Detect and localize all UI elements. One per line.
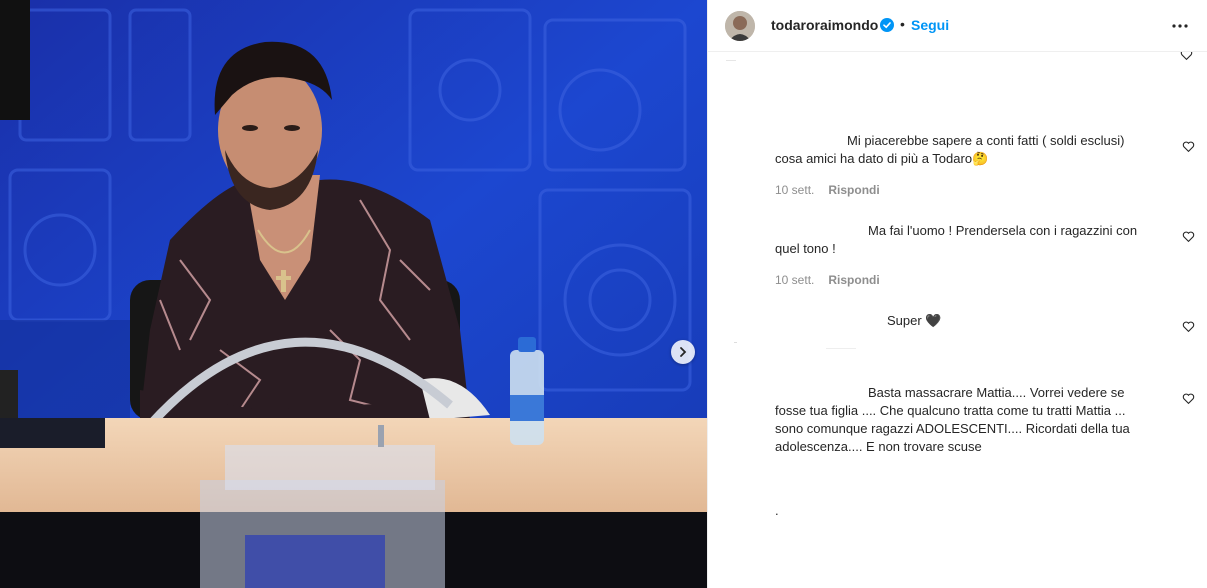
more-options-icon[interactable]	[1170, 16, 1190, 36]
verified-badge-icon	[880, 18, 894, 32]
heart-icon[interactable]	[1182, 230, 1195, 243]
comment-4-line-3: sono comunque ragazzi ADOLESCENTI.... Ri…	[775, 421, 1130, 436]
separator-dot: •	[900, 16, 905, 32]
comment-3-line-1: Super 🖤	[887, 313, 942, 328]
comment-1-time: 10 sett.	[775, 183, 815, 197]
comment-1-line-1: Mi piacerebbe sapere a conti fatti ( sol…	[847, 133, 1125, 148]
comment-2-reply-button[interactable]: Rispondi	[828, 273, 879, 287]
chevron-right-icon	[680, 347, 687, 357]
heart-icon[interactable]	[1182, 320, 1195, 333]
comment-1-reply-button[interactable]: Rispondi	[828, 183, 879, 197]
username[interactable]: todaroraimondo	[771, 17, 878, 33]
black-heart-emoji: 🖤	[925, 313, 942, 328]
photo-illustration	[0, 0, 707, 588]
comment-2-line-1: Ma fai l'uomo ! Prendersela con i ragazz…	[868, 223, 1138, 238]
post-photo[interactable]	[0, 0, 707, 588]
comment-1-line-2: cosa amici ha dato di più a Todaro🤔	[775, 151, 989, 166]
comment-1-meta: 10 sett. Rispondi	[775, 183, 894, 197]
next-photo-button[interactable]	[671, 340, 695, 364]
divider	[734, 342, 737, 343]
comment-4-line-2: fosse tua figlia .... Che qualcuno tratt…	[775, 403, 1126, 418]
comment-4-line-4: adolescenza.... E non trovare scuse	[775, 439, 982, 454]
heart-icon[interactable]	[1182, 392, 1195, 405]
divider	[726, 60, 736, 61]
comment-2-line-2: quel tono !	[775, 241, 836, 256]
follow-button[interactable]: Segui	[911, 17, 949, 33]
post-header: todaroraimondo • Segui	[708, 0, 1207, 52]
heart-icon[interactable]	[1182, 140, 1195, 153]
comment-2-time: 10 sett.	[775, 273, 815, 287]
heart-icon[interactable]	[1180, 52, 1193, 61]
divider	[826, 348, 856, 349]
comment-4-line-1: Basta massacrare Mattia.... Vorrei veder…	[868, 385, 1125, 400]
post-panel: todaroraimondo • Segui Mi piacerebbe sap…	[707, 0, 1207, 588]
avatar[interactable]	[725, 11, 755, 41]
comment-2-meta: 10 sett. Rispondi	[775, 273, 894, 287]
comment-5-line-1: .	[775, 503, 779, 518]
thinking-emoji: 🤔	[972, 151, 989, 166]
comments-list[interactable]: Mi piacerebbe sapere a conti fatti ( sol…	[708, 52, 1207, 588]
